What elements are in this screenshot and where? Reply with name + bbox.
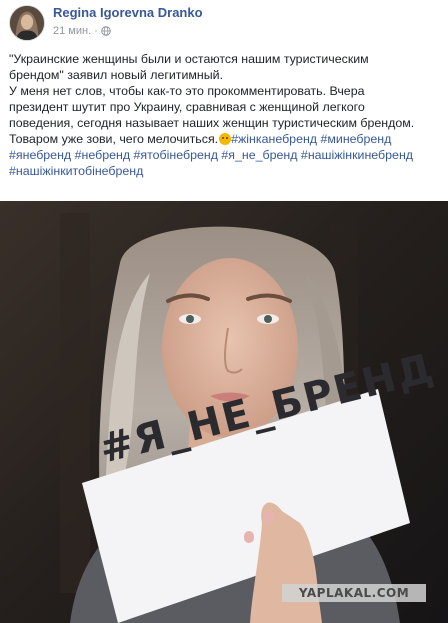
hashtag-link[interactable]: #я_не_бренд [221,148,297,162]
post-photo[interactable]: #Я_НЕ_БРЕНД [0,193,448,623]
post-text-line: Товаром уже зови, чего мелочиться. [9,132,219,146]
hashtag-link[interactable]: #нашіжінкинебренд [301,148,413,162]
post-text-line-with-tags: Товаром уже зови, чего мелочиться. #жінка… [9,131,441,147]
hashtag-link[interactable]: #небренд [75,148,130,162]
post-time-link[interactable]: 21 мин. [53,25,91,37]
post-text-line: У меня нет слов, чтобы как-то это проком… [9,84,365,98]
post-text: "Украинские женщины были и остаются наши… [9,51,441,179]
hashtag-link[interactable]: #жінканебренд [231,132,317,146]
globe-icon[interactable] [101,26,111,36]
pouting-face-emoji-icon [219,133,232,145]
post-text-line: брендом" заявил новый легитимный. [9,68,224,82]
facebook-post: Regina Igorevna Dranko 21 мин. · "Украин… [0,0,448,623]
post-header: Regina Igorevna Dranko 21 мин. · [0,0,448,46]
hashtag-link[interactable]: #ятобінебренд [134,148,218,162]
meta-separator: · [94,25,98,37]
hashtag-link[interactable]: #нашіжінкитобінебренд [9,164,143,178]
post-meta: 21 мин. · [53,24,111,38]
hashtag-line: #нашіжінкитобінебренд [9,163,441,179]
post-text-line: поведения, сегодня называет наших женщин… [9,116,415,130]
watermark: YAPLAKAL.COM [282,584,426,602]
post-text-line: "Украинские женщины были и остаются наши… [9,52,369,66]
author-name-link[interactable]: Regina Igorevna Dranko [53,5,203,20]
hashtag-link[interactable]: #янебренд [9,148,71,162]
post-text-line: президент шутит про Украину, сравнивая с… [9,100,365,114]
hashtag-line: #янебренд #небренд #ятобінебренд #я_не_б… [9,147,441,163]
hashtag-link[interactable]: #минебренд [320,132,391,146]
avatar[interactable] [9,5,45,41]
